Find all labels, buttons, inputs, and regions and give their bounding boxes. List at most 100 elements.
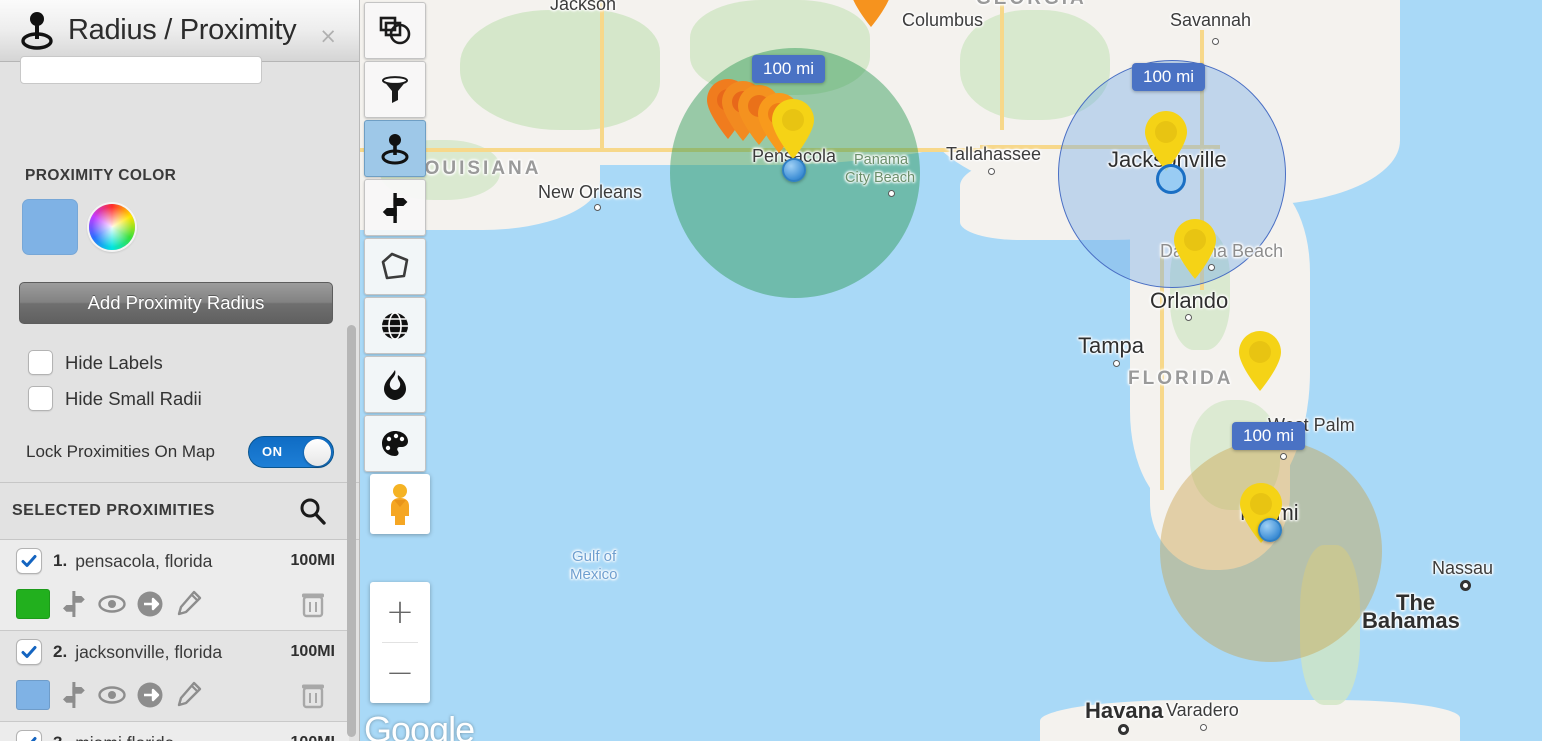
map-pin-yellow-pensacola[interactable]	[770, 98, 816, 160]
tool-heatmap-button[interactable]	[364, 356, 426, 413]
lock-proximities-label: Lock Proximities On Map	[26, 442, 215, 461]
map-pin-yellow-east-coast[interactable]	[1237, 330, 1283, 392]
lock-proximities-row: Lock Proximities On Map ON	[26, 436, 334, 468]
map-label-tampa: Tampa	[1078, 333, 1145, 358]
map-label-georgia: GEORGIA	[976, 0, 1087, 10]
polygon-icon	[381, 252, 409, 279]
color-wheel-icon[interactable]	[89, 204, 135, 250]
map-label-bahamas: Bahamas	[1362, 608, 1460, 633]
zoom-out-button[interactable]: −	[370, 643, 430, 703]
filter-icon	[382, 75, 408, 103]
proximity-index: 1.	[53, 551, 68, 570]
proximity-row-header: 3. miami florida 100MI	[0, 722, 349, 741]
map-pin-orange-georgia[interactable]	[848, 0, 894, 28]
pegman-button[interactable]	[370, 474, 430, 534]
signpost-icon	[382, 192, 408, 223]
city-dot-tallahassee	[988, 168, 995, 175]
map-label-city-beach: City Beach	[845, 170, 916, 186]
pencil-icon[interactable]	[174, 681, 202, 709]
radius-label-jacksonville[interactable]: 100 mi	[1132, 63, 1206, 91]
radius-center-miami[interactable]	[1258, 518, 1282, 542]
arrow-right-circle-icon[interactable]	[136, 590, 164, 618]
hide-labels-label: Hide Labels	[65, 351, 163, 373]
radius-label-miami[interactable]: 100 mi	[1232, 422, 1306, 450]
panel-header: Radius / Proximity ×	[0, 0, 359, 62]
toggle-knob	[304, 438, 331, 466]
proximity-enabled-checkbox[interactable]	[16, 639, 42, 665]
proximity-color-label: PROXIMITY COLOR	[25, 167, 177, 184]
layers-icon	[379, 16, 411, 44]
map-label-florida: FLORIDA	[1128, 368, 1234, 389]
tool-globe-button[interactable]	[364, 297, 426, 354]
search-button[interactable]	[298, 497, 326, 525]
table-row[interactable]: 2. jacksonville, florida 100MI	[0, 631, 349, 722]
city-dot-varadero	[1200, 724, 1207, 731]
table-row[interactable]: 1. pensacola, florida 100MI	[0, 540, 349, 631]
proximity-enabled-checkbox[interactable]	[16, 730, 42, 741]
radius-circle-miami[interactable]	[1160, 440, 1382, 662]
tool-proximity-button[interactable]	[364, 120, 426, 177]
map-label-new-orleans: New Orleans	[538, 182, 643, 202]
map-label-jackson: Jackson	[550, 0, 617, 14]
city-dot-west-palm	[1280, 453, 1287, 460]
proximity-color-chip[interactable]	[16, 589, 50, 619]
lock-proximities-toggle[interactable]: ON	[248, 436, 334, 468]
proximity-name-input[interactable]	[20, 56, 262, 84]
signpost-icon[interactable]	[60, 681, 88, 709]
map-label-havana: Havana	[1085, 698, 1164, 723]
tool-signpost-button[interactable]	[364, 179, 426, 236]
eye-icon[interactable]	[98, 681, 126, 709]
hide-labels-checkbox[interactable]	[28, 350, 53, 375]
trash-icon[interactable]	[299, 590, 327, 618]
radius-center-pensacola[interactable]	[782, 158, 806, 182]
map-label-nassau: Nassau	[1432, 558, 1494, 578]
hide-small-radii-checkbox-row[interactable]: Hide Small Radii	[28, 386, 202, 411]
city-dot-tampa	[1113, 360, 1120, 367]
radius-center-jacksonville[interactable]	[1156, 164, 1186, 194]
proximity-name: miami florida	[75, 733, 174, 741]
proximity-name: jacksonville, florida	[75, 641, 223, 662]
tool-polygon-button[interactable]	[364, 238, 426, 295]
proximity-color-chip[interactable]	[16, 680, 50, 710]
panel-body: PROXIMITY COLOR Add Proximity Radius Hid…	[0, 56, 359, 741]
proximity-name: pensacola, florida	[75, 550, 213, 571]
tool-filter-button[interactable]	[364, 61, 426, 118]
check-icon	[21, 646, 37, 658]
radius-label-pensacola[interactable]: 100 mi	[752, 55, 826, 83]
tool-palette-button[interactable]	[364, 415, 426, 472]
zoom-in-button[interactable]: +	[370, 582, 430, 642]
proximity-list: 1. pensacola, florida 100MI 2. jacksonvi…	[0, 540, 349, 741]
flame-icon	[384, 369, 406, 400]
map-canvas[interactable]: Jackson Columbus Savannah GEORGIA LOUISI…	[360, 0, 1542, 741]
arrow-right-circle-icon[interactable]	[136, 681, 164, 709]
signpost-icon[interactable]	[60, 590, 88, 618]
map-toolbar	[364, 2, 426, 474]
sidebar-scrollbar[interactable]	[347, 325, 356, 737]
hide-small-radii-checkbox[interactable]	[28, 386, 53, 411]
pencil-icon[interactable]	[174, 590, 202, 618]
table-row[interactable]: 3. miami florida 100MI	[0, 722, 349, 741]
hide-labels-checkbox-row[interactable]: Hide Labels	[28, 350, 163, 375]
trash-icon[interactable]	[299, 681, 327, 709]
proximity-panel: Radius / Proximity × PROXIMITY COLOR Add…	[0, 0, 360, 741]
proximity-enabled-checkbox[interactable]	[16, 548, 42, 574]
city-dot-new-orleans	[594, 204, 601, 211]
map-pin-yellow-daytona[interactable]	[1172, 218, 1218, 280]
zoom-controls: + −	[370, 582, 430, 703]
close-icon[interactable]: ×	[319, 26, 337, 47]
search-icon	[300, 498, 326, 525]
proximity-index: 2.	[53, 642, 68, 661]
highway-vertical-2	[1000, 0, 1004, 130]
proximity-index: 3.	[53, 733, 67, 741]
proximity-color-swatch[interactable]	[22, 199, 78, 255]
map-pin-yellow-jacksonville[interactable]	[1143, 110, 1189, 172]
map-label-louisiana: LOUISIANA	[410, 158, 542, 179]
selected-proximities-header: SELECTED PROXIMITIES	[0, 482, 359, 540]
capital-dot-nassau	[1460, 580, 1471, 591]
tool-layers-button[interactable]	[364, 2, 426, 59]
map-label-mexico: Mexico	[570, 566, 618, 583]
proximity-distance: 100MI	[290, 552, 335, 569]
add-proximity-radius-button[interactable]: Add Proximity Radius	[19, 282, 333, 324]
eye-icon[interactable]	[98, 590, 126, 618]
capital-dot-havana	[1118, 724, 1129, 735]
